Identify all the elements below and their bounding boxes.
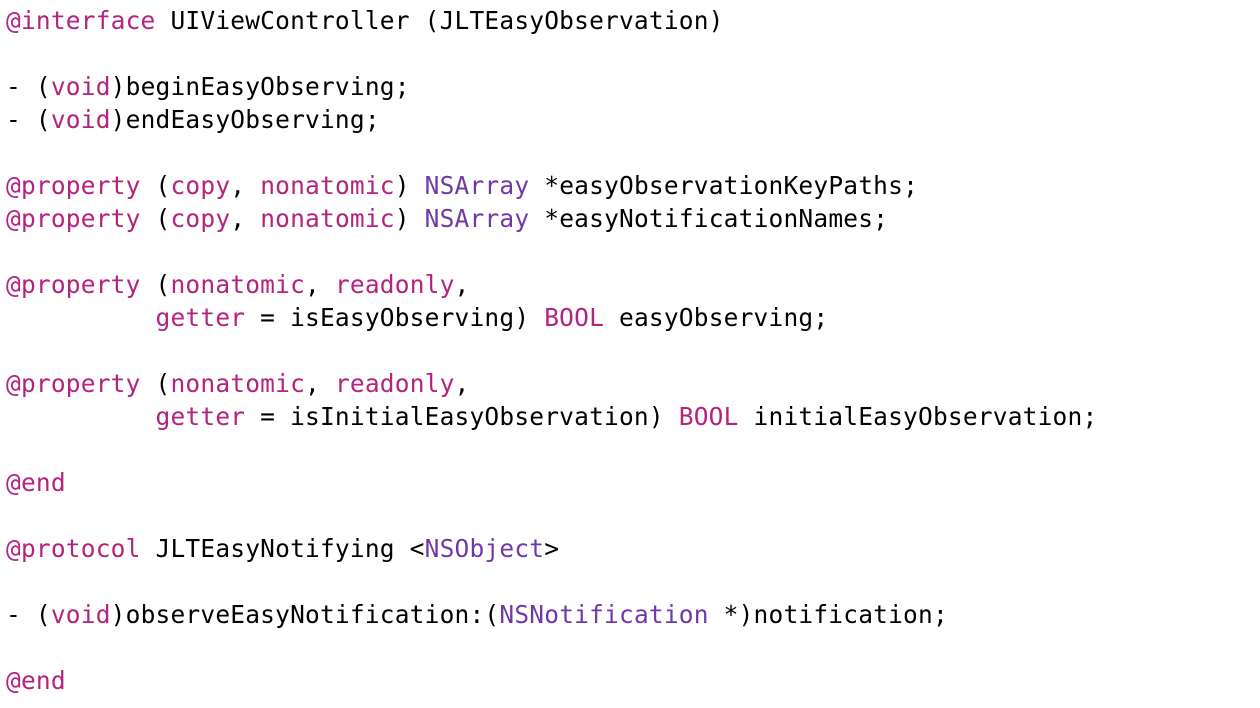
code-line: @property (nonatomic, readonly, <box>6 367 1258 400</box>
keyword-token: readonly <box>334 369 455 398</box>
code-line: ​ <box>6 235 1258 268</box>
code-token: , <box>454 369 470 398</box>
code-token: ) <box>394 204 425 233</box>
code-line: @end <box>6 466 1258 499</box>
code-token: easyObserving; <box>604 303 829 332</box>
keyword-token: getter <box>155 402 246 431</box>
code-editor[interactable]: @interface UIViewController (JLTEasyObse… <box>6 4 1258 708</box>
keyword-token: @protocol <box>6 534 141 563</box>
code-line: getter = isEasyObserving) BOOL easyObser… <box>6 301 1258 334</box>
keyword-token: nonatomic <box>260 204 395 233</box>
keyword-token: getter <box>155 303 246 332</box>
type-token: NSObject <box>424 534 545 563</box>
code-token: ( <box>140 204 171 233</box>
keyword-token: @end <box>6 468 66 497</box>
keyword-token: void <box>50 105 111 134</box>
code-line: @property (nonatomic, readonly, <box>6 268 1258 301</box>
code-token: , <box>454 270 470 299</box>
code-token: )endEasyObserving; <box>110 105 380 134</box>
code-token: ( <box>140 369 171 398</box>
code-line: @interface UIViewController (JLTEasyObse… <box>6 4 1258 37</box>
type-token: NSArray <box>424 171 530 200</box>
code-line: - (void)beginEasyObserving; <box>6 70 1258 103</box>
code-token: ( <box>140 270 171 299</box>
code-line: @property (copy, nonatomic) NSArray *eas… <box>6 169 1258 202</box>
code-line: @property (copy, nonatomic) NSArray *eas… <box>6 202 1258 235</box>
code-token: , <box>305 369 335 398</box>
code-token: JLTEasyNotifying < <box>140 534 425 563</box>
keyword-token: @property <box>6 204 141 233</box>
code-line: ​ <box>6 136 1258 169</box>
code-token: UIViewController (JLTEasyObservation) <box>155 6 724 35</box>
code-line: @end <box>6 664 1258 697</box>
code-line: ​ <box>6 37 1258 70</box>
code-token: - ( <box>6 600 51 629</box>
code-token: , <box>305 270 335 299</box>
keyword-token: nonatomic <box>170 369 306 398</box>
keyword-token: nonatomic <box>170 270 306 299</box>
keyword-token: @property <box>6 270 141 299</box>
code-token: = isInitialEasyObservation) <box>245 402 679 431</box>
code-line: @protocol JLTEasyNotifying <NSObject> <box>6 532 1258 565</box>
keyword-token: BOOL <box>678 402 739 431</box>
keyword-token: @property <box>6 369 141 398</box>
code-line: getter = isInitialEasyObservation) BOOL … <box>6 400 1258 433</box>
code-token: *easyNotificationNames; <box>529 204 889 233</box>
code-token: *easyObservationKeyPaths; <box>529 171 919 200</box>
code-token: , <box>230 204 261 233</box>
code-line: - (void)observeEasyNotification:(NSNotif… <box>6 598 1258 631</box>
keyword-token: void <box>50 600 111 629</box>
code-line: ​ <box>6 334 1258 367</box>
keyword-token: copy <box>170 171 231 200</box>
code-token: ) <box>394 171 425 200</box>
type-token: NSNotification <box>499 600 709 629</box>
code-token: *)notification; <box>708 600 948 629</box>
code-token: )observeEasyNotification:( <box>110 600 500 629</box>
code-token: - ( <box>6 105 51 134</box>
keyword-token: readonly <box>334 270 455 299</box>
code-line: ​ <box>6 631 1258 664</box>
code-token: = isEasyObserving) <box>245 303 545 332</box>
keyword-token: @property <box>6 171 141 200</box>
code-token: ( <box>140 171 171 200</box>
keyword-token: nonatomic <box>260 171 395 200</box>
code-token: - ( <box>6 72 51 101</box>
keyword-token: copy <box>170 204 231 233</box>
keyword-token: @interface <box>6 6 156 35</box>
code-line: ​ <box>6 499 1258 532</box>
code-line: - (void)endEasyObserving; <box>6 103 1258 136</box>
code-token: )beginEasyObserving; <box>110 72 410 101</box>
code-token: , <box>230 171 261 200</box>
type-token: NSArray <box>424 204 530 233</box>
keyword-token: @end <box>6 666 66 695</box>
keyword-token: void <box>50 72 111 101</box>
keyword-token: BOOL <box>544 303 605 332</box>
code-line: ​ <box>6 433 1258 466</box>
code-token: > <box>544 534 560 563</box>
code-token: initialEasyObservation; <box>738 402 1098 431</box>
code-line: ​ <box>6 565 1258 598</box>
